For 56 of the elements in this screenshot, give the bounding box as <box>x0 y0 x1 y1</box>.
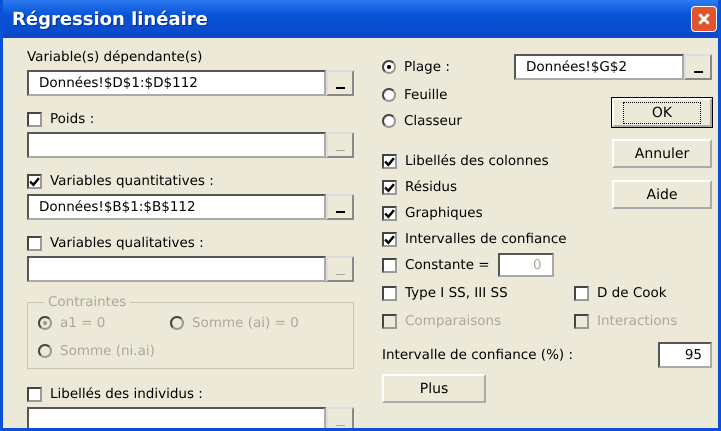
checkbox[interactable] <box>382 206 397 220</box>
dash-icon <box>336 150 344 151</box>
range-select-button[interactable] <box>684 54 712 80</box>
dash-icon <box>336 425 344 426</box>
checkbox-label: Comparaisons <box>405 313 502 329</box>
checkbox-label: Variables quantitatives : <box>50 173 214 189</box>
checkbox-label: Constante = <box>405 257 490 273</box>
checkbox-label: Poids : <box>50 111 94 127</box>
radio-label: Feuille <box>404 87 448 103</box>
more-button[interactable]: Plus <box>382 374 486 403</box>
checkbox[interactable] <box>382 258 397 272</box>
range-field[interactable] <box>27 407 326 428</box>
dialog-button[interactable]: Annuler <box>612 139 712 168</box>
checkbox[interactable] <box>382 154 397 168</box>
range-select-button[interactable] <box>326 194 354 220</box>
checkbox-label: Résidus <box>405 179 458 195</box>
confidence-field[interactable]: 95 <box>658 342 712 368</box>
checkbox[interactable] <box>382 232 397 246</box>
radio-button[interactable] <box>382 114 396 128</box>
group-title: Contraintes <box>47 294 128 310</box>
dash-icon <box>336 274 344 275</box>
checkbox-label: Type I SS, III SS <box>405 285 508 301</box>
field-label: Variable(s) dépendante(s) <box>27 49 202 65</box>
close-icon <box>697 12 711 26</box>
checkbox-label: Interactions <box>597 313 678 329</box>
checkbox-label: D de Cook <box>597 285 667 301</box>
range-field[interactable] <box>27 132 326 158</box>
range-field[interactable]: Données!$D$1:$D$112 <box>27 70 326 96</box>
range-field[interactable] <box>27 256 326 282</box>
range-field[interactable]: Données!$B$1:$B$112 <box>27 194 326 220</box>
checkbox[interactable] <box>574 286 589 300</box>
dash-icon <box>694 71 702 73</box>
dialog-button[interactable]: OK <box>612 98 712 127</box>
radio-label: Plage : <box>404 59 450 75</box>
dash-icon <box>336 87 344 89</box>
radio-label: a1 = 0 <box>60 315 106 331</box>
checkbox[interactable] <box>382 180 397 194</box>
checkbox[interactable] <box>382 286 397 300</box>
dash-icon <box>336 211 344 213</box>
checkbox[interactable] <box>27 174 42 188</box>
radio-button[interactable] <box>382 88 396 102</box>
checkbox-label: Graphiques <box>405 205 483 221</box>
checkbox-label: Libellés des colonnes <box>405 153 549 169</box>
range-field[interactable]: Données!$G$2 <box>514 54 684 80</box>
range-select-button[interactable] <box>326 70 354 96</box>
field-label: Intervalle de confiance (%) : <box>382 347 574 363</box>
close-button[interactable] <box>691 6 717 32</box>
checkbox-label: Variables qualitatives : <box>50 235 204 251</box>
checkbox-label: Intervalles de confiance <box>405 231 567 247</box>
checkbox-label: Libellés des individus : <box>50 386 203 402</box>
window-title: Régression linéaire <box>12 8 208 30</box>
radio-label: Somme (ni.ai) <box>60 343 155 359</box>
dialog-button[interactable]: Aide <box>612 180 712 209</box>
radio-label: Somme (ai) = 0 <box>192 315 299 331</box>
radio-button[interactable] <box>382 60 396 74</box>
radio-label: Classeur <box>404 113 462 129</box>
